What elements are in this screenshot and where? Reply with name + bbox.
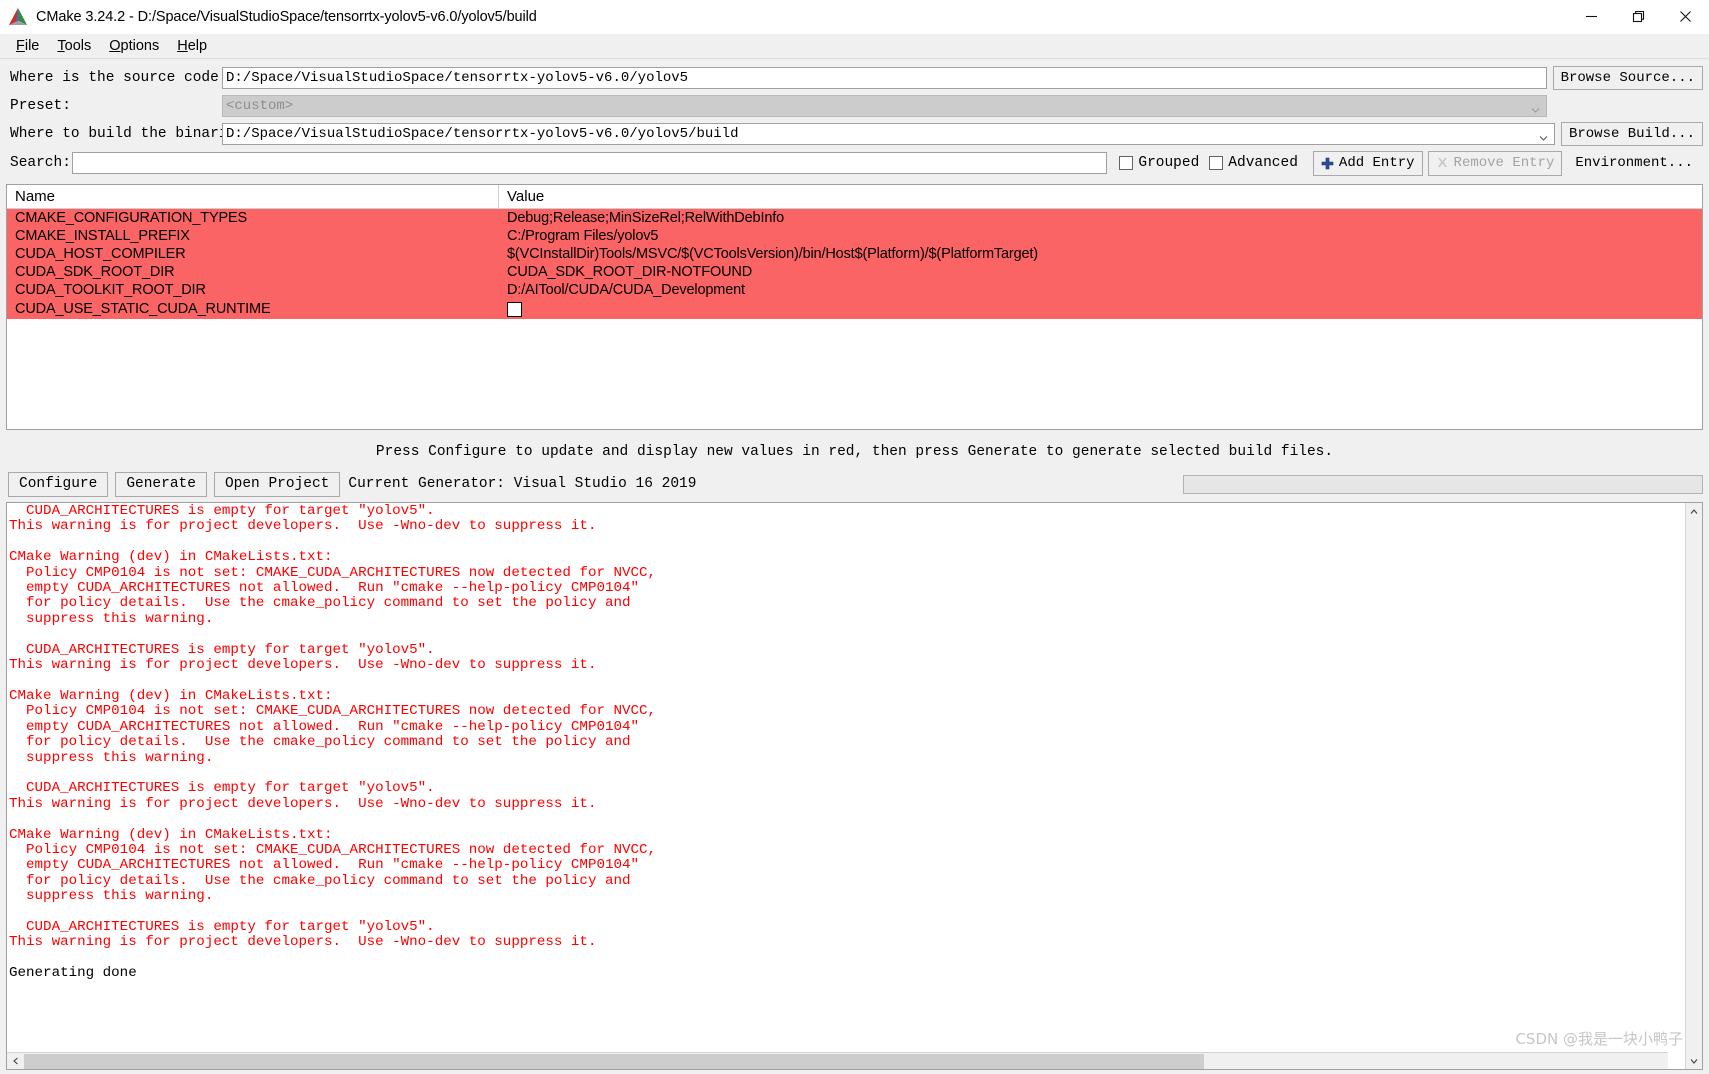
- environment-label: Environment...: [1575, 155, 1693, 171]
- title-bar: CMake 3.24.2 - D:/Space/VisualStudioSpac…: [0, 0, 1709, 34]
- chevron-left-icon[interactable]: [7, 1053, 24, 1070]
- source-path-input[interactable]: D:/Space/VisualStudioSpace/tensorrtx-yol…: [222, 66, 1547, 89]
- advanced-label: Advanced: [1228, 155, 1298, 171]
- window-controls: [1568, 0, 1709, 34]
- remove-entry-button[interactable]: Remove Entry: [1427, 150, 1563, 176]
- menu-options[interactable]: Options: [100, 36, 168, 56]
- open-project-button[interactable]: Open Project: [213, 471, 341, 497]
- advanced-checkbox[interactable]: [1209, 156, 1224, 170]
- cache-entry-name: CUDA_TOOLKIT_ROOT_DIR: [15, 282, 206, 298]
- cache-entry-name: CUDA_SDK_ROOT_DIR: [15, 264, 175, 280]
- preset-value: <custom>: [226, 97, 294, 114]
- build-path-value: D:/Space/VisualStudioSpace/tensorrtx-yol…: [226, 125, 739, 142]
- output-log: CUDA_ARCHITECTURES is empty for target "…: [6, 502, 1703, 1070]
- build-label: Where to build the binaries:: [10, 125, 254, 142]
- output-log-body[interactable]: CUDA_ARCHITECTURES is empty for target "…: [7, 503, 1685, 1069]
- chevron-up-icon[interactable]: [1686, 503, 1703, 520]
- grouped-checkbox[interactable]: [1119, 156, 1134, 170]
- menu-file[interactable]: File: [7, 36, 48, 56]
- log-vertical-scrollbar[interactable]: [1685, 503, 1702, 1069]
- source-label: Where is the source code:: [10, 69, 228, 86]
- cache-entry-value[interactable]: [499, 299, 1702, 319]
- window-title: CMake 3.24.2 - D:/Space/VisualStudioSpac…: [36, 8, 537, 25]
- cmake-logo-icon: [7, 6, 29, 28]
- menu-file-label: ile: [24, 38, 40, 54]
- cache-table-body: CMAKE_CONFIGURATION_TYPES Debug;Release;M…: [7, 209, 1702, 319]
- table-row[interactable]: CUDA_SDK_ROOT_DIR CUDA_SDK_ROOT_DIR-NOTFO…: [7, 263, 1702, 281]
- chevron-down-icon: [1531, 101, 1540, 113]
- plus-icon: [1321, 157, 1334, 170]
- minimize-button[interactable]: [1568, 0, 1615, 34]
- configure-button[interactable]: Configure: [8, 471, 109, 497]
- log-horizontal-scrollbar[interactable]: [7, 1052, 1668, 1069]
- grouped-label: Grouped: [1138, 155, 1200, 171]
- cache-table-header: Name Value: [7, 185, 1702, 209]
- menu-help-label: elp: [187, 38, 208, 54]
- preset-label: Preset:: [10, 97, 71, 114]
- browse-source-button[interactable]: Browse Source...: [1552, 65, 1703, 90]
- log-hscroll-thumb[interactable]: [24, 1053, 1204, 1069]
- cache-entry-name: CMAKE_INSTALL_PREFIX: [15, 228, 190, 244]
- chevron-down-icon[interactable]: [1686, 1052, 1703, 1069]
- source-row: Where is the source code: D:/Space/Visua…: [6, 64, 1703, 91]
- cache-entry-value[interactable]: Debug;Release;MinSizeRel;RelWithDebInfo: [499, 209, 1702, 227]
- cache-entry-value[interactable]: CUDA_SDK_ROOT_DIR-NOTFOUND: [499, 263, 1702, 281]
- current-generator-label: Current Generator: Visual Studio 16 2019: [348, 476, 697, 492]
- column-header-value[interactable]: Value: [499, 185, 1702, 208]
- menu-bar: File Tools Options Help: [0, 34, 1709, 59]
- cache-entry-checkbox[interactable]: [507, 301, 522, 317]
- progress-bar: [1183, 474, 1703, 494]
- menu-tools-label: ools: [64, 38, 92, 54]
- remove-entry-label: Remove Entry: [1453, 155, 1555, 171]
- build-row: Where to build the binaries: D:/Space/Vi…: [6, 120, 1703, 147]
- paths-form: Where is the source code: D:/Space/Visua…: [0, 59, 1709, 179]
- table-row[interactable]: CMAKE_INSTALL_PREFIX C:/Program Files/yol…: [7, 227, 1702, 245]
- table-row[interactable]: CUDA_HOST_COMPILER $(VCInstallDir)Tools/M…: [7, 245, 1702, 263]
- search-input[interactable]: [72, 152, 1108, 174]
- add-entry-label: Add Entry: [1338, 155, 1415, 171]
- add-entry-button[interactable]: Add Entry: [1312, 150, 1423, 176]
- table-row[interactable]: CMAKE_CONFIGURATION_TYPES Debug;Release;M…: [7, 209, 1702, 227]
- cache-entry-value[interactable]: $(VCInstallDir)Tools/MSVC/$(VCToolsVersi…: [499, 245, 1702, 263]
- environment-button[interactable]: Environment...: [1567, 151, 1701, 176]
- generate-button[interactable]: Generate: [115, 471, 207, 497]
- build-path-input[interactable]: D:/Space/VisualStudioSpace/tensorrtx-yol…: [222, 122, 1555, 145]
- menu-tools[interactable]: Tools: [48, 36, 100, 56]
- advanced-checkbox-wrap[interactable]: Advanced: [1209, 155, 1298, 171]
- table-row[interactable]: CUDA_TOOLKIT_ROOT_DIR D:/AITool/CUDA/CUDA…: [7, 281, 1702, 299]
- browse-build-button[interactable]: Browse Build...: [1560, 121, 1703, 146]
- menu-options-label: ptions: [120, 38, 160, 54]
- cache-entry-name: CMAKE_CONFIGURATION_TYPES: [15, 210, 248, 226]
- preset-select[interactable]: <custom>: [222, 94, 1547, 117]
- cmake-gui-window: CMake 3.24.2 - D:/Space/VisualStudioSpac…: [0, 0, 1709, 1074]
- menu-help[interactable]: Help: [168, 36, 216, 56]
- search-row: Search: Grouped Advanced Add Entry Remov…: [6, 149, 1703, 177]
- cache-entry-name: CUDA_HOST_COMPILER: [15, 246, 186, 262]
- action-bar: Configure Generate Open Project Current …: [0, 470, 1709, 498]
- table-row[interactable]: CUDA_USE_STATIC_CUDA_RUNTIME: [7, 299, 1702, 319]
- close-button[interactable]: [1662, 0, 1709, 34]
- chevron-down-icon: [1539, 129, 1548, 141]
- column-header-name[interactable]: Name: [7, 185, 499, 208]
- preset-row: Preset: <custom> Browse Source...: [6, 92, 1703, 119]
- maximize-button[interactable]: [1615, 0, 1662, 34]
- cache-entry-value[interactable]: D:/AITool/CUDA/CUDA_Development: [499, 281, 1702, 299]
- cache-table: Name Value CMAKE_CONFIGURATION_TYPES Debu…: [6, 184, 1703, 430]
- cache-entry-name: CUDA_USE_STATIC_CUDA_RUNTIME: [15, 301, 271, 317]
- output-log-text: CUDA_ARCHITECTURES is empty for target "…: [9, 503, 657, 982]
- status-hint: Press Configure to update and display ne…: [375, 444, 1334, 460]
- remove-x-icon: [1436, 157, 1449, 170]
- search-label: Search:: [10, 155, 71, 171]
- grouped-checkbox-wrap[interactable]: Grouped: [1119, 155, 1199, 171]
- log-hscroll-track[interactable]: [1204, 1053, 1668, 1070]
- cache-entry-value[interactable]: C:/Program Files/yolov5: [499, 227, 1702, 245]
